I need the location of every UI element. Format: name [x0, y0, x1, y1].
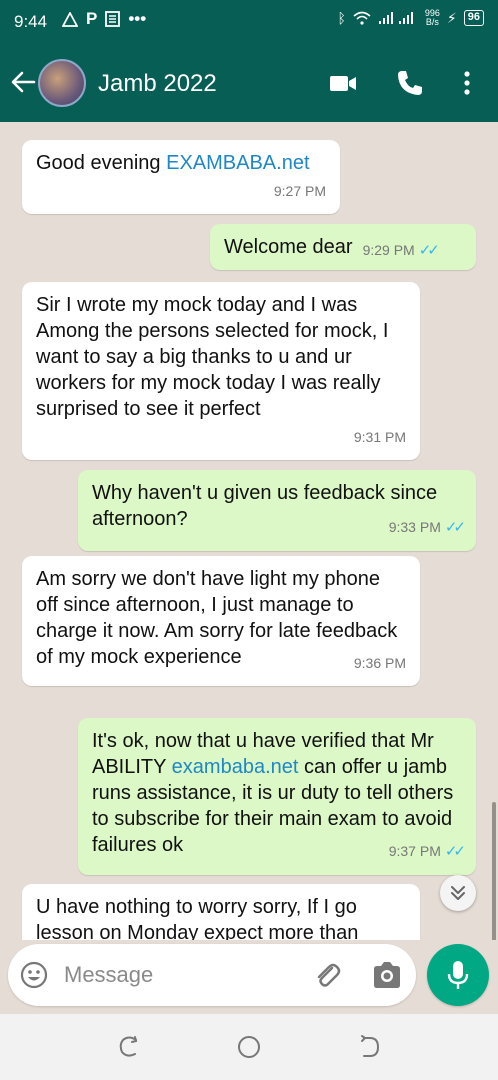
more-options-icon[interactable]: [452, 68, 482, 98]
wifi-icon: [353, 11, 371, 25]
message-composer: [8, 944, 416, 1006]
scroll-to-bottom-button[interactable]: [440, 875, 476, 911]
mic-icon: [447, 961, 469, 989]
warning-triangle-icon: [62, 11, 78, 27]
message-time: 9:27 PM: [273, 183, 326, 199]
attach-icon[interactable]: [312, 960, 342, 990]
scrollbar[interactable]: [492, 802, 496, 940]
camera-icon[interactable]: [372, 961, 402, 989]
message-incoming[interactable]: Good evening EXAMBABA.net 9:27 PM: [22, 140, 340, 214]
news-icon: [105, 11, 121, 27]
status-time: 9:44: [14, 12, 48, 31]
signal-icon: [378, 12, 413, 24]
double-check-icon: ✓✓: [418, 242, 440, 259]
message-text: Welcome dear: [224, 236, 353, 258]
voice-call-icon[interactable]: [394, 68, 424, 98]
chat-title[interactable]: Jamb 2022: [98, 70, 217, 98]
charging-icon: ⚡: [446, 9, 457, 26]
mic-button[interactable]: [427, 944, 489, 1006]
message-text: Good evening EXAMBABA.net: [36, 152, 310, 174]
message-outgoing[interactable]: It's ok, now that u have verified that M…: [78, 718, 476, 875]
avatar[interactable]: [38, 59, 86, 107]
message-link[interactable]: exambaba.net: [172, 756, 299, 778]
video-call-icon[interactable]: [328, 68, 358, 98]
message-text: U have nothing to worry sorry, If I go l…: [36, 896, 359, 940]
chat-messages: Good evening EXAMBABA.net 9:27 PM Welcom…: [0, 122, 498, 940]
bluetooth-icon: ᛒ: [337, 10, 346, 26]
chevron-double-down-icon: [451, 886, 465, 900]
message-incoming[interactable]: U have nothing to worry sorry, If I go l…: [22, 884, 420, 940]
status-bar: 9:44 P ••• ᛒ 996 B/s ⚡ 96: [0, 0, 498, 44]
system-nav-bar: [0, 1014, 498, 1080]
p-icon: P: [86, 9, 98, 28]
back-arrow-icon[interactable]: [8, 67, 38, 97]
battery-icon: 96: [463, 10, 484, 26]
message-time: 9:31 PM: [353, 429, 406, 445]
message-outgoing[interactable]: Welcome dear 9:29 PM ✓✓: [210, 224, 476, 270]
home-icon[interactable]: [236, 1034, 262, 1060]
message-outgoing[interactable]: Why haven't u given us feedback since af…: [78, 470, 476, 551]
back-icon[interactable]: [356, 1034, 382, 1060]
message-link[interactable]: EXAMBABA.net: [166, 152, 309, 174]
message-incoming[interactable]: Am sorry we don't have light my phone of…: [22, 556, 420, 686]
message-input[interactable]: [64, 960, 294, 990]
recent-apps-icon[interactable]: [116, 1034, 142, 1060]
double-check-icon: ✓✓: [444, 519, 466, 536]
double-check-icon: ✓✓: [444, 843, 466, 860]
message-time: 9:29 PM ✓✓: [362, 242, 440, 259]
message-incoming[interactable]: Sir I wrote my mock today and I was Amon…: [22, 282, 420, 460]
message-text: Sir I wrote my mock today and I was Amon…: [36, 294, 389, 420]
net-speed: 996 B/s: [424, 8, 440, 27]
emoji-icon[interactable]: [20, 961, 48, 989]
more-notifications-icon: •••: [128, 9, 147, 28]
chat-header: Jamb 2022: [0, 44, 498, 122]
